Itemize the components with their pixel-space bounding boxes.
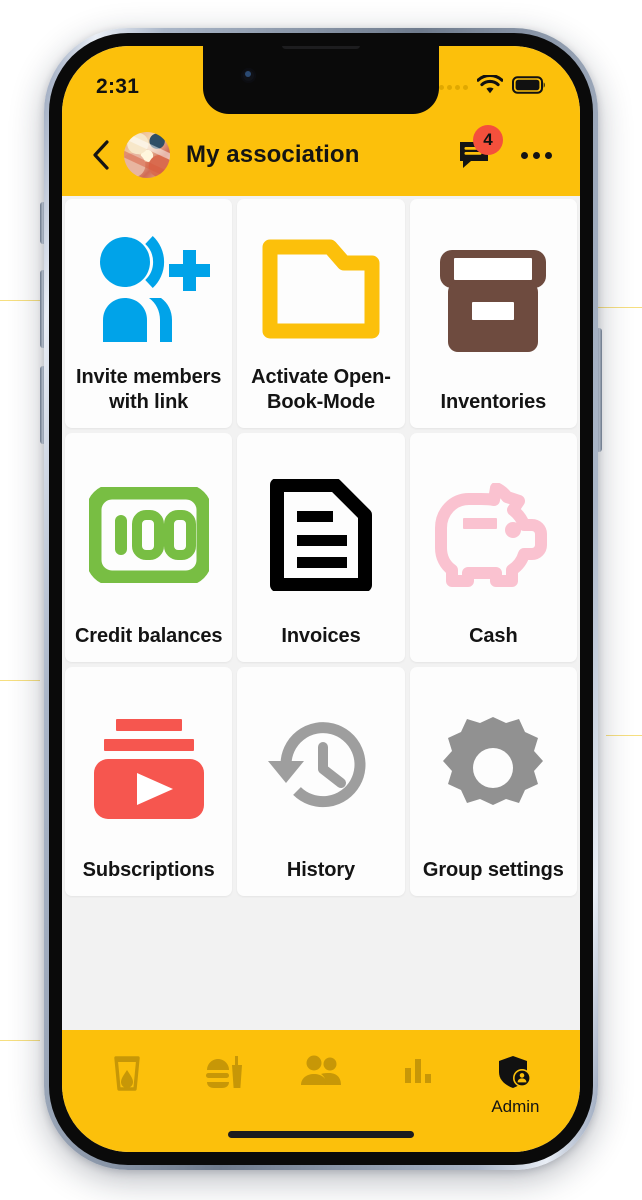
shield-person-icon	[497, 1054, 533, 1095]
burger-drink-icon	[204, 1054, 244, 1097]
bar-chart-icon	[401, 1054, 435, 1091]
screenshot-stage: 2:31 My association 4 Invite members wit…	[0, 0, 642, 1200]
feature-grid: Invite members with link Activate Open-B…	[62, 196, 580, 896]
drink-glass-icon	[111, 1054, 143, 1097]
cellular-dots-icon	[439, 84, 468, 90]
tile-group-settings[interactable]: Group settings	[409, 667, 577, 896]
piggy-bank-icon	[416, 447, 571, 624]
tile-label: Cash	[469, 624, 518, 647]
app-bar: My association 4	[62, 114, 580, 196]
phone-frame: 2:31 My association 4 Invite members wit…	[44, 28, 598, 1170]
battery-full-icon	[512, 75, 546, 99]
open-folder-icon	[243, 213, 398, 365]
tile-activate-open-book-mode[interactable]: Activate Open-Book-Mode	[237, 199, 405, 428]
tile-cash[interactable]: Cash	[409, 433, 577, 662]
background-guide-line	[0, 680, 40, 681]
document-lines-icon	[243, 447, 398, 624]
home-indicator[interactable]	[228, 1131, 414, 1138]
kebab-menu-icon[interactable]	[516, 136, 556, 174]
back-chevron-icon[interactable]	[86, 140, 116, 170]
phone-screen: 2:31 My association 4 Invite members wit…	[62, 46, 580, 1152]
group-avatar-photo[interactable]	[124, 132, 170, 178]
tile-invoices[interactable]: Invoices	[237, 433, 405, 662]
status-bar-indicators	[439, 73, 546, 99]
background-guide-line	[606, 735, 642, 736]
earpiece-speaker-icon	[282, 46, 360, 49]
phone-bezel: 2:31 My association 4 Invite members wit…	[49, 33, 593, 1165]
tile-label: Inventories	[440, 390, 547, 413]
person-add-icon	[71, 213, 226, 365]
status-bar-clock: 2:31	[96, 75, 140, 98]
people-icon	[299, 1054, 343, 1093]
tile-credit-balances[interactable]: Credit balances	[65, 433, 233, 662]
tile-label: Activate Open-Book-Mode	[251, 366, 391, 413]
history-clock-icon	[243, 681, 398, 858]
gear-icon	[416, 681, 571, 858]
nav-item-admin[interactable]: Admin	[467, 1054, 564, 1117]
tile-history[interactable]: History	[237, 667, 405, 896]
tile-label: Subscriptions	[82, 858, 215, 881]
main-content: Invite members with link Activate Open-B…	[62, 196, 580, 1030]
tile-subscriptions[interactable]: Subscriptions	[65, 667, 233, 896]
nav-item-drinks[interactable]	[78, 1054, 175, 1099]
tile-label: Credit balances	[74, 624, 223, 647]
tile-label: Invite members with link	[75, 366, 222, 413]
chat-unread-badge: 4	[473, 125, 503, 155]
subscriptions-play-icon	[71, 681, 226, 858]
background-guide-line	[596, 307, 642, 308]
tile-invite-members-with-link[interactable]: Invite members with link	[65, 199, 233, 428]
archive-box-icon	[416, 213, 571, 390]
nav-item-stats[interactable]	[370, 1054, 467, 1093]
tile-label: Group settings	[422, 858, 564, 881]
tile-label: Invoices	[281, 624, 361, 647]
banknote-100-icon	[71, 447, 226, 624]
chat-button[interactable]: 4	[456, 125, 503, 174]
tile-label: History	[286, 858, 356, 881]
page-title: My association	[186, 141, 360, 168]
tile-inventories[interactable]: Inventories	[409, 199, 577, 428]
front-camera-icon	[241, 68, 256, 83]
background-guide-line	[0, 1040, 40, 1041]
bottom-navigation: Admin	[62, 1030, 580, 1152]
display-notch	[203, 46, 439, 114]
wifi-icon	[476, 73, 504, 99]
nav-item-food[interactable]	[175, 1054, 272, 1099]
nav-label: Admin	[491, 1097, 540, 1116]
nav-item-members[interactable]	[272, 1054, 369, 1095]
